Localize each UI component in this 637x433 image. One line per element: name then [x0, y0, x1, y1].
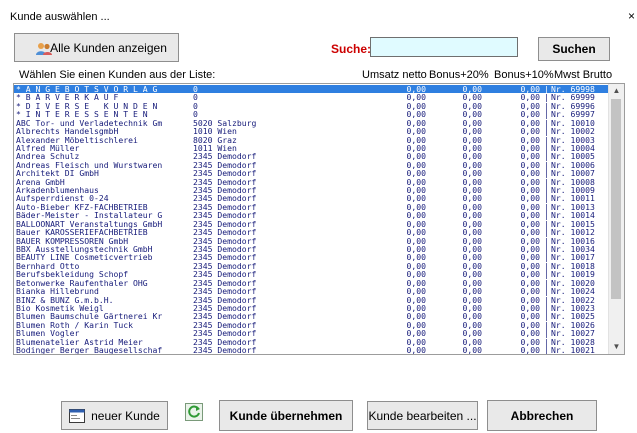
scroll-up-icon[interactable]: ▲	[609, 84, 624, 98]
list-header: Wählen Sie einen Kunden aus der Liste: U…	[13, 68, 625, 83]
customer-number: Nr. 10029	[551, 355, 595, 356]
col-bonus10-header: Bonus+10%	[494, 69, 554, 81]
search-input[interactable]	[370, 37, 518, 57]
scroll-thumb[interactable]	[611, 99, 621, 299]
refresh-icon[interactable]	[185, 403, 203, 421]
customer-row[interactable]: BEAUTY LINE Cosmeticvertrieb 2345 Demodor…	[14, 253, 609, 262]
close-icon[interactable]: ×	[628, 9, 635, 23]
search-button[interactable]: Suchen	[538, 37, 610, 61]
col-umsatz-header: Umsatz netto	[362, 69, 427, 81]
show-all-customers-label: Alle Kunden anzeigen	[50, 40, 167, 55]
customer-row[interactable]: Alfred Müller 1011 Wien 0,00 0,00 0,00 Nr. 10…	[14, 144, 609, 153]
search-label: Suche:	[331, 42, 372, 56]
customer-umsatz: 0,00	[390, 355, 426, 356]
customer-row[interactable]: Betonwerke Raufenthaler OHG 2345 Demodorf…	[14, 278, 609, 287]
new-customer-label: neuer Kunde	[91, 408, 160, 423]
customer-row[interactable]: Blumen Roth / Karin Tuck 2345 Demodorf 0,0…	[14, 320, 609, 329]
customer-rows: * A N G E B O T S V O R L A G 0 0,00 0,00 0,…	[14, 85, 609, 356]
col-bonus20-header: Bonus+20%	[429, 69, 489, 81]
customer-row[interactable]: Arena GmbH 2345 Demodorf 0,00 0,00 0,00 Nr. 1…	[14, 177, 609, 186]
customer-location: 2345 Demodorf	[193, 355, 256, 356]
customer-bonus20: 0,00	[450, 355, 482, 356]
window-title: Kunde auswählen ...	[10, 11, 110, 23]
customer-row[interactable]: Andreas Fleisch und Wurstwaren 2345 Demod…	[14, 160, 609, 169]
customer-bonus10: 0,00	[512, 355, 540, 356]
scroll-down-icon[interactable]: ▼	[609, 340, 624, 354]
column-separator: |	[544, 355, 549, 356]
list-scrollbar[interactable]: ▲ ▼	[608, 84, 624, 354]
edit-customer-button[interactable]: Kunde bearbeiten ...	[367, 401, 478, 430]
take-over-customer-button[interactable]: Kunde übernehmen	[219, 400, 353, 431]
customer-row[interactable]: Alexander Möbeltischlerei 8020 Graz 0,00 0,…	[14, 135, 609, 144]
customer-row[interactable]: BOWLINGCENTER BLUMENDORF 2345 Demodorf 0,0…	[14, 355, 609, 356]
list-hint: Wählen Sie einen Kunden aus der Liste:	[19, 69, 216, 81]
customer-list[interactable]: * A N G E B O T S V O R L A G 0 0,00 0,00 0,…	[13, 83, 625, 355]
cancel-button[interactable]: Abbrechen	[487, 400, 597, 431]
customer-row[interactable]: Architekt DI GmbH 2345 Demodorf 0,00 0,00 0,…	[14, 169, 609, 178]
title-bar: Kunde auswählen ... ×	[0, 0, 637, 30]
people-icon	[36, 43, 52, 55]
new-customer-button[interactable]: neuer Kunde	[61, 401, 168, 430]
col-mwst-header: Mwst Brutto	[554, 69, 613, 81]
new-window-icon	[69, 408, 86, 423]
show-all-customers-button[interactable]: Alle Kunden anzeigen	[14, 33, 179, 62]
customer-name: BOWLINGCENTER BLUMENDORF	[16, 355, 133, 356]
